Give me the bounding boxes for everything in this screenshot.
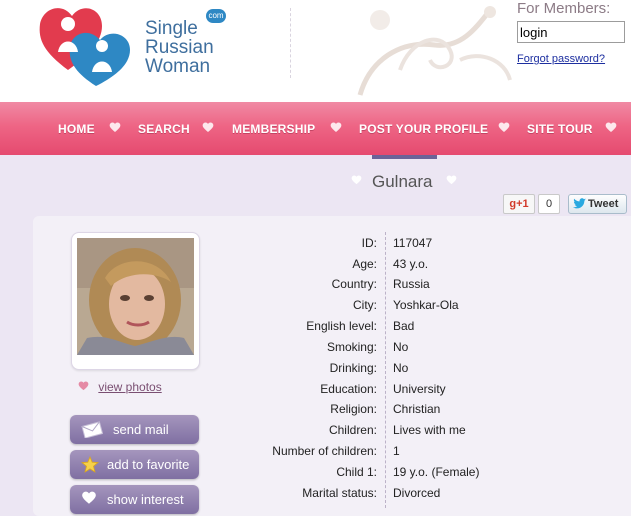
detail-value: Divorced (393, 486, 441, 500)
detail-row-number-of-children: Number of children: 1 (230, 444, 630, 464)
heart-couple-logo-icon (39, 8, 130, 86)
detail-value: 1 (393, 444, 400, 458)
detail-label: English level: (306, 319, 377, 333)
send-mail-button[interactable]: send mail (70, 415, 199, 444)
detail-value: No (393, 340, 409, 354)
detail-row-smoking: Smoking: No (230, 340, 630, 360)
site-logo[interactable]: com Single Russian Woman (38, 0, 238, 90)
heart-icon (202, 122, 214, 132)
active-tab-indicator (372, 155, 437, 159)
detail-value: Bad (393, 319, 415, 333)
detail-label: Age: (352, 257, 377, 271)
star-icon (81, 456, 99, 473)
detail-value: 43 y.o. (393, 257, 429, 271)
heart-icon (605, 122, 617, 132)
login-input[interactable] (517, 21, 625, 43)
floral-ornament-icon (357, 6, 512, 96)
heart-icon (330, 122, 342, 132)
site-header: com Single Russian Woman For Members: Fo… (0, 0, 631, 102)
view-photos[interactable]: view photos (78, 380, 162, 394)
add-to-favorite-button[interactable]: add to favorite (70, 450, 199, 479)
detail-label: Child 1: (336, 465, 377, 479)
google-plus-count: 0 (538, 194, 560, 214)
heart-icon (446, 175, 457, 185)
detail-value: No (393, 361, 409, 375)
detail-label: Children: (328, 423, 377, 437)
detail-row-city: City: Yoshkar-Ola (230, 298, 630, 318)
tweet-button[interactable]: Tweet (568, 194, 627, 214)
detail-value: Yoshkar-Ola (393, 298, 459, 312)
detail-label: Smoking: (326, 340, 377, 354)
detail-label: Religion: (330, 402, 377, 416)
detail-row-english-level: English level: Bad (230, 319, 630, 339)
detail-row-child-1: Child 1: 19 y.o. (Female) (230, 465, 630, 485)
heart-icon (351, 175, 362, 185)
view-photos-link[interactable]: view photos (98, 380, 161, 394)
detail-row-religion: Religion: Christian (230, 402, 630, 422)
nav-search[interactable]: SEARCH (138, 122, 190, 136)
detail-row-marital-status: Marital status: Divorced (230, 486, 630, 506)
nav-site-tour[interactable]: SITE TOUR (527, 122, 593, 136)
detail-row-id: ID: 117047 (230, 236, 630, 256)
logo-line-1: Single (145, 18, 198, 39)
send-mail-label: send mail (113, 422, 169, 437)
header-divider (290, 8, 291, 78)
profile-name: Gulnara (372, 172, 433, 191)
detail-value: 19 y.o. (Female) (393, 465, 480, 479)
heart-icon (109, 122, 121, 132)
detail-label: City: (353, 298, 377, 312)
show-interest-button[interactable]: show interest (70, 485, 199, 514)
show-interest-label: show interest (107, 492, 184, 507)
detail-label: Country: (331, 277, 377, 291)
detail-label: Drinking: (329, 361, 377, 375)
heart-icon (498, 122, 510, 132)
logo-text: Single Russian Woman (145, 19, 214, 76)
heart-icon (78, 381, 89, 391)
nav-membership[interactable]: MEMBERSHIP (232, 122, 315, 136)
detail-value: Christian (393, 402, 441, 416)
detail-label: Marital status: (302, 486, 377, 500)
detail-label: Number of children: (272, 444, 377, 458)
detail-row-children: Children: Lives with me (230, 423, 630, 443)
tweet-label: Tweet (588, 198, 619, 210)
google-plus-button[interactable]: g+1 (503, 194, 535, 214)
members-login-box: For Members: Forgot password? (517, 0, 631, 65)
add-to-favorite-label: add to favorite (107, 457, 190, 472)
logo-line-3: Woman (145, 56, 211, 77)
detail-label: Education: (320, 382, 377, 396)
envelope-icon (81, 421, 103, 438)
detail-row-age: Age: 43 y.o. (230, 257, 630, 277)
detail-row-education: Education: University (230, 382, 630, 402)
nav-home[interactable]: HOME (58, 122, 95, 136)
forgot-password-link[interactable]: Forgot password? (517, 53, 631, 65)
nav-post-your-profile[interactable]: POST YOUR PROFILE (359, 122, 488, 136)
heart-icon (82, 491, 96, 504)
detail-value: Lives with me (393, 423, 466, 437)
logo-line-2: Russian (145, 37, 214, 58)
twitter-bird-icon (573, 198, 586, 209)
members-title: For Members: (517, 0, 611, 17)
profile-photo[interactable] (71, 232, 200, 370)
detail-row-country: Country: Russia (230, 277, 630, 297)
main-nav: HOME SEARCH MEMBERSHIP POST YOUR PROFILE… (0, 102, 631, 155)
detail-value: Russia (393, 277, 430, 291)
detail-row-drinking: Drinking: No (230, 361, 630, 381)
profile-photo-image (77, 238, 194, 355)
detail-value: 117047 (393, 236, 433, 250)
detail-label: ID: (361, 236, 377, 250)
detail-value: University (393, 382, 446, 396)
